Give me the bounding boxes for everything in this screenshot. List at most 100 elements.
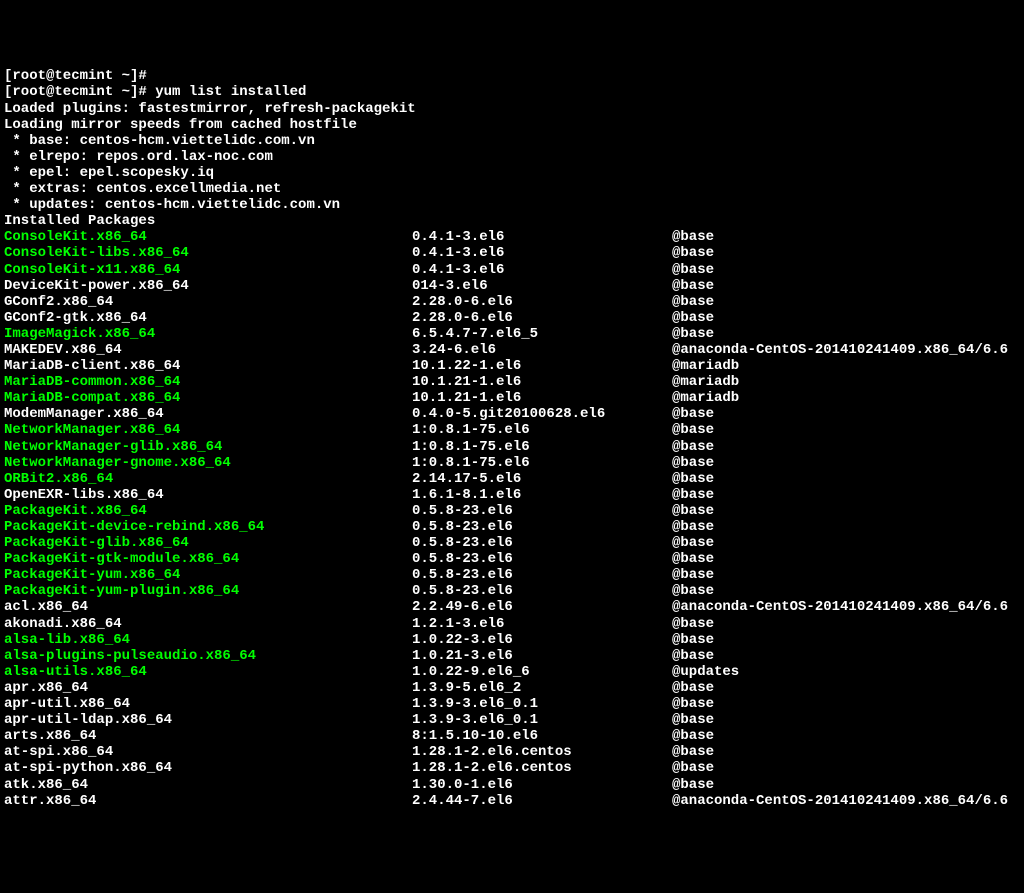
package-row: ConsoleKit.x86_640.4.1-3.el6@base	[4, 229, 1020, 245]
package-row: at-spi.x86_641.28.1-2.el6.centos@base	[4, 744, 1020, 760]
terminal[interactable]: [root@tecmint ~]#[root@tecmint ~]# yum l…	[4, 68, 1020, 808]
package-name: MariaDB-client.x86_64	[4, 358, 412, 374]
package-name: NetworkManager.x86_64	[4, 422, 412, 438]
package-version: 1.28.1-2.el6.centos	[412, 760, 672, 776]
package-name: PackageKit-device-rebind.x86_64	[4, 519, 412, 535]
header-line: * extras: centos.excellmedia.net	[4, 181, 1020, 197]
package-repo: @base	[672, 712, 1020, 728]
package-repo: @base	[672, 616, 1020, 632]
package-version: 1.0.22-9.el6_6	[412, 664, 672, 680]
package-version: 1.0.21-3.el6	[412, 648, 672, 664]
package-name: ORBit2.x86_64	[4, 471, 412, 487]
package-version: 0.4.0-5.git20100628.el6	[412, 406, 672, 422]
package-version: 0.5.8-23.el6	[412, 503, 672, 519]
package-version: 1.28.1-2.el6.centos	[412, 744, 672, 760]
package-row: attr.x86_642.4.44-7.el6@anaconda-CentOS-…	[4, 793, 1020, 809]
header-line: * base: centos-hcm.viettelidc.com.vn	[4, 133, 1020, 149]
package-version: 10.1.21-1.el6	[412, 390, 672, 406]
package-version: 1.6.1-8.1.el6	[412, 487, 672, 503]
package-name: ImageMagick.x86_64	[4, 326, 412, 342]
package-repo: @base	[672, 278, 1020, 294]
package-version: 10.1.21-1.el6	[412, 374, 672, 390]
package-row: PackageKit-yum.x86_640.5.8-23.el6@base	[4, 567, 1020, 583]
package-repo: @base	[672, 439, 1020, 455]
package-repo: @base	[672, 680, 1020, 696]
package-version: 3.24-6.el6	[412, 342, 672, 358]
package-repo: @base	[672, 632, 1020, 648]
package-row: ImageMagick.x86_646.5.4.7-7.el6_5@base	[4, 326, 1020, 342]
package-row: GConf2-gtk.x86_642.28.0-6.el6@base	[4, 310, 1020, 326]
package-version: 0.5.8-23.el6	[412, 551, 672, 567]
package-repo: @base	[672, 294, 1020, 310]
package-row: MariaDB-common.x86_6410.1.21-1.el6@maria…	[4, 374, 1020, 390]
header-line: * updates: centos-hcm.viettelidc.com.vn	[4, 197, 1020, 213]
package-row: NetworkManager-glib.x86_641:0.8.1-75.el6…	[4, 439, 1020, 455]
package-version: 0.4.1-3.el6	[412, 245, 672, 261]
package-version: 8:1.5.10-10.el6	[412, 728, 672, 744]
package-name: DeviceKit-power.x86_64	[4, 278, 412, 294]
package-row: arts.x86_648:1.5.10-10.el6@base	[4, 728, 1020, 744]
package-name: apr.x86_64	[4, 680, 412, 696]
package-row: OpenEXR-libs.x86_641.6.1-8.1.el6@base	[4, 487, 1020, 503]
package-repo: @mariadb	[672, 390, 1020, 406]
package-row: alsa-plugins-pulseaudio.x86_641.0.21-3.e…	[4, 648, 1020, 664]
package-version: 0.4.1-3.el6	[412, 262, 672, 278]
package-repo: @updates	[672, 664, 1020, 680]
package-name: arts.x86_64	[4, 728, 412, 744]
package-row: ORBit2.x86_642.14.17-5.el6@base	[4, 471, 1020, 487]
package-repo: @base	[672, 777, 1020, 793]
package-row: PackageKit-glib.x86_640.5.8-23.el6@base	[4, 535, 1020, 551]
package-name: PackageKit-yum.x86_64	[4, 567, 412, 583]
package-name: PackageKit-glib.x86_64	[4, 535, 412, 551]
package-row: NetworkManager.x86_641:0.8.1-75.el6@base	[4, 422, 1020, 438]
package-repo: @base	[672, 567, 1020, 583]
package-name: atk.x86_64	[4, 777, 412, 793]
package-version: 1:0.8.1-75.el6	[412, 455, 672, 471]
package-name: apr-util-ldap.x86_64	[4, 712, 412, 728]
package-version: 0.5.8-23.el6	[412, 535, 672, 551]
package-version: 1:0.8.1-75.el6	[412, 422, 672, 438]
header-line: Loading mirror speeds from cached hostfi…	[4, 117, 1020, 133]
package-repo: @base	[672, 487, 1020, 503]
package-repo: @mariadb	[672, 374, 1020, 390]
package-name: alsa-utils.x86_64	[4, 664, 412, 680]
package-name: GConf2.x86_64	[4, 294, 412, 310]
package-repo: @base	[672, 503, 1020, 519]
package-row: alsa-lib.x86_641.0.22-3.el6@base	[4, 632, 1020, 648]
package-name: at-spi-python.x86_64	[4, 760, 412, 776]
package-row: PackageKit-yum-plugin.x86_640.5.8-23.el6…	[4, 583, 1020, 599]
package-repo: @base	[672, 583, 1020, 599]
package-repo: @base	[672, 406, 1020, 422]
package-row: ConsoleKit-libs.x86_640.4.1-3.el6@base	[4, 245, 1020, 261]
header-line: Installed Packages	[4, 213, 1020, 229]
package-version: 0.4.1-3.el6	[412, 229, 672, 245]
package-row: atk.x86_641.30.0-1.el6@base	[4, 777, 1020, 793]
package-repo: @base	[672, 229, 1020, 245]
package-repo: @anaconda-CentOS-201410241409.x86_64/6.6	[672, 342, 1020, 358]
package-name: NetworkManager-glib.x86_64	[4, 439, 412, 455]
package-name: ConsoleKit.x86_64	[4, 229, 412, 245]
package-repo: @base	[672, 744, 1020, 760]
package-version: 6.5.4.7-7.el6_5	[412, 326, 672, 342]
package-name: MariaDB-compat.x86_64	[4, 390, 412, 406]
package-name: PackageKit.x86_64	[4, 503, 412, 519]
package-name: ConsoleKit-x11.x86_64	[4, 262, 412, 278]
package-repo: @base	[672, 326, 1020, 342]
package-repo: @base	[672, 471, 1020, 487]
package-row: acl.x86_642.2.49-6.el6@anaconda-CentOS-2…	[4, 599, 1020, 615]
package-repo: @base	[672, 245, 1020, 261]
package-name: OpenEXR-libs.x86_64	[4, 487, 412, 503]
header-line: * elrepo: repos.ord.lax-noc.com	[4, 149, 1020, 165]
package-repo: @base	[672, 422, 1020, 438]
package-name: PackageKit-gtk-module.x86_64	[4, 551, 412, 567]
package-repo: @base	[672, 760, 1020, 776]
package-name: alsa-lib.x86_64	[4, 632, 412, 648]
prompt-line-empty: [root@tecmint ~]#	[4, 68, 1020, 84]
header-line: Loaded plugins: fastestmirror, refresh-p…	[4, 101, 1020, 117]
package-version: 2.4.44-7.el6	[412, 793, 672, 809]
package-version: 1.30.0-1.el6	[412, 777, 672, 793]
package-row: PackageKit-device-rebind.x86_640.5.8-23.…	[4, 519, 1020, 535]
package-name: PackageKit-yum-plugin.x86_64	[4, 583, 412, 599]
package-version: 1:0.8.1-75.el6	[412, 439, 672, 455]
package-name: acl.x86_64	[4, 599, 412, 615]
